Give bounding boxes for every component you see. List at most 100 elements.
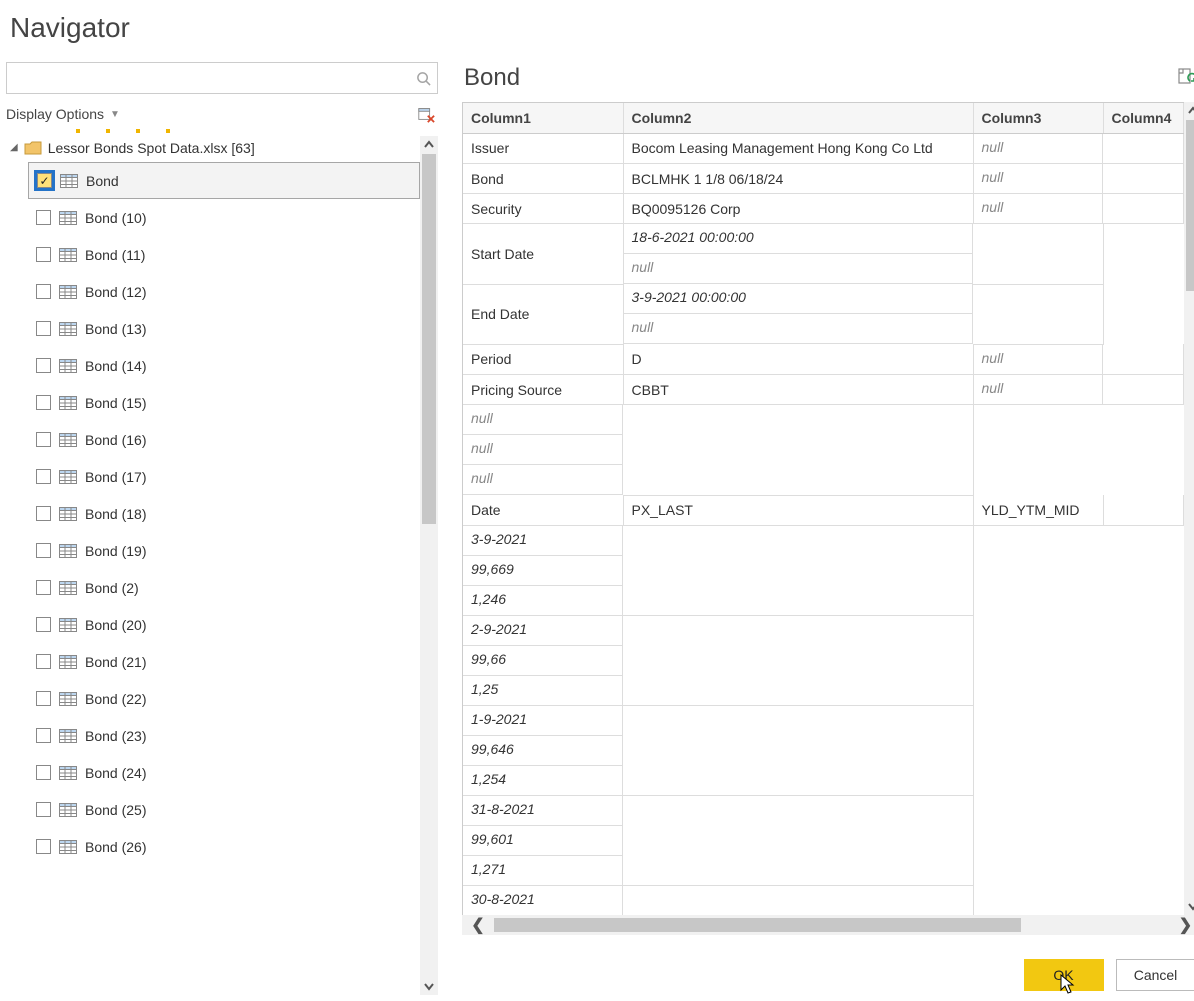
tree-item[interactable]: Bond (15)	[28, 384, 420, 421]
table-row: nullnullnull	[463, 405, 1183, 496]
column-header[interactable]: Column4	[1103, 103, 1183, 133]
scroll-down-icon[interactable]	[1184, 897, 1194, 915]
preview-vertical-scrollbar[interactable]	[1184, 102, 1194, 915]
scroll-down-icon[interactable]	[420, 977, 438, 995]
table-icon	[59, 581, 77, 595]
table-cell	[623, 616, 973, 706]
tree-item[interactable]: Bond (21)	[28, 643, 420, 680]
checkbox[interactable]	[36, 691, 51, 706]
table-cell: Date	[463, 495, 623, 525]
tree-item-label: Bond (14)	[85, 358, 146, 374]
search-icon[interactable]	[409, 63, 437, 93]
table-row: 1-9-202199,6461,254	[463, 706, 1183, 796]
scroll-left-icon[interactable]: ❮	[462, 915, 494, 935]
checkbox[interactable]: ✓	[37, 173, 52, 188]
checkbox[interactable]	[36, 506, 51, 521]
table-cell: null	[974, 164, 1104, 194]
tree-item[interactable]: Bond (12)	[28, 273, 420, 310]
table-cell: 99,601	[463, 826, 623, 856]
table-row: PeriodDnull	[463, 344, 1183, 375]
tree-item[interactable]: Bond (14)	[28, 347, 420, 384]
tree-item[interactable]: Bond (10)	[28, 199, 420, 236]
checkbox[interactable]	[36, 432, 51, 447]
cancel-button[interactable]: Cancel	[1116, 959, 1194, 991]
preview-table: Column1Column2Column3Column4 IssuerBocom…	[463, 103, 1184, 915]
checkbox[interactable]	[36, 247, 51, 262]
table-cell: D	[623, 344, 973, 375]
table-icon	[59, 396, 77, 410]
tree-item[interactable]: Bond (17)	[28, 458, 420, 495]
tree-item[interactable]: Bond (23)	[28, 717, 420, 754]
tree-item[interactable]: Bond (11)	[28, 236, 420, 273]
scroll-up-icon[interactable]	[1184, 102, 1194, 120]
table-cell: PX_LAST	[623, 495, 973, 525]
tree-vertical-scrollbar[interactable]	[420, 136, 438, 995]
scroll-thumb[interactable]	[494, 918, 1021, 932]
table-cell: null	[463, 435, 623, 465]
table-cell: null	[974, 375, 1104, 405]
scroll-thumb[interactable]	[422, 154, 436, 524]
clear-selection-icon[interactable]	[416, 104, 436, 124]
table-cell	[1103, 375, 1183, 405]
checkbox[interactable]	[36, 210, 51, 225]
checkbox[interactable]	[36, 469, 51, 484]
scroll-right-icon[interactable]: ❯	[1170, 915, 1194, 935]
tree-item[interactable]: Bond (18)	[28, 495, 420, 532]
column-header[interactable]: Column3	[973, 103, 1103, 133]
tree-item[interactable]: Bond (24)	[28, 754, 420, 791]
tree-item[interactable]: ✓Bond	[28, 162, 420, 199]
tree-item[interactable]: Bond (19)	[28, 532, 420, 569]
table-row: Start Date18-6-2021 00:00:00null	[463, 224, 1183, 285]
table-icon	[59, 470, 77, 484]
tree-item[interactable]: Bond (20)	[28, 606, 420, 643]
display-options-label: Display Options	[6, 106, 104, 122]
tree-item[interactable]: Bond (22)	[28, 680, 420, 717]
page-title: Navigator	[6, 4, 1188, 62]
collapse-toggle-icon[interactable]: ◢	[10, 142, 18, 153]
refresh-preview-icon[interactable]	[1176, 67, 1194, 89]
table-cell: End Date	[463, 284, 623, 344]
preview-title: Bond	[464, 64, 520, 92]
tree-item[interactable]: Bond (2)	[28, 569, 420, 606]
tree-item-label: Bond (2)	[85, 580, 139, 596]
column-header[interactable]: Column2	[623, 103, 973, 133]
table-cell	[1103, 133, 1183, 164]
checkbox[interactable]	[36, 765, 51, 780]
tree-root-label: Lessor Bonds Spot Data.xlsx [63]	[48, 140, 255, 156]
search-box[interactable]	[6, 62, 438, 94]
table-row: BondBCLMHK 1 1/8 06/18/24null	[463, 164, 1183, 194]
table-row: 3-9-202199,6691,246	[463, 525, 1183, 616]
checkbox[interactable]	[36, 654, 51, 669]
preview-horizontal-scrollbar[interactable]: ❮ ❯	[462, 915, 1194, 935]
tree-item[interactable]: Bond (13)	[28, 310, 420, 347]
tree-item[interactable]: Bond (26)	[28, 828, 420, 865]
search-input[interactable]	[7, 70, 409, 86]
checkbox[interactable]	[36, 543, 51, 558]
scroll-up-icon[interactable]	[420, 136, 438, 154]
checkbox[interactable]	[36, 580, 51, 595]
checkbox[interactable]	[36, 839, 51, 854]
table-cell	[973, 284, 1103, 344]
table-cell: 3-9-2021	[463, 526, 623, 556]
loading-dots	[6, 126, 438, 136]
checkbox[interactable]	[36, 617, 51, 632]
column-header[interactable]: Column1	[463, 103, 623, 133]
table-row: Pricing SourceCBBTnull	[463, 375, 1183, 405]
folder-icon	[24, 141, 42, 155]
ok-button[interactable]: OK	[1024, 959, 1104, 991]
table-cell: BCLMHK 1 1/8 06/18/24	[623, 164, 973, 194]
display-options-dropdown[interactable]: Display Options ▼	[6, 106, 120, 122]
tree-item[interactable]: Bond (25)	[28, 791, 420, 828]
scroll-thumb[interactable]	[1186, 120, 1194, 291]
tree-item[interactable]: Bond (16)	[28, 421, 420, 458]
checkbox[interactable]	[36, 284, 51, 299]
checkbox[interactable]	[36, 728, 51, 743]
checkbox[interactable]	[36, 395, 51, 410]
tree-root-file[interactable]: ◢ Lessor Bonds Spot Data.xlsx [63]	[6, 136, 420, 162]
table-icon	[59, 433, 77, 447]
table-cell: Bond	[463, 164, 623, 194]
checkbox[interactable]	[36, 358, 51, 373]
checkbox[interactable]	[36, 321, 51, 336]
checkbox[interactable]	[36, 802, 51, 817]
table-icon	[59, 507, 77, 521]
